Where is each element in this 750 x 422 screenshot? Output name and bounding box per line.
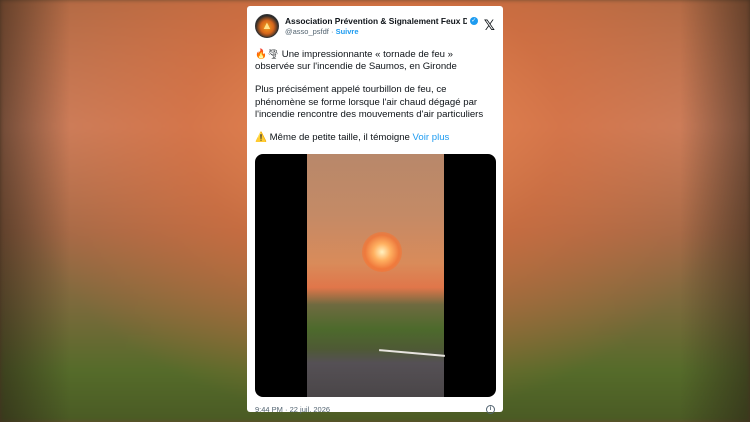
name-row: Association Prévention & Signalement Feu… <box>285 16 478 26</box>
avatar[interactable]: ▲ <box>255 14 279 38</box>
background-shade-left <box>0 0 70 422</box>
video-player[interactable] <box>255 154 496 398</box>
road-line <box>379 349 445 358</box>
display-name[interactable]: Association Prévention & Signalement Feu… <box>285 16 467 26</box>
x-logo-icon[interactable]: 𝕏 <box>484 18 495 34</box>
tweet-paragraph-3: ⚠️ Même de petite taille, il témoigne Vo… <box>255 132 495 144</box>
video-frame <box>307 154 445 398</box>
tweet-footer: 9:44 PM · 22 juil. 2026 i <box>255 405 495 415</box>
handle[interactable]: @asso_psfdf <box>285 27 329 36</box>
handle-row: @asso_psfdf · Suivre <box>285 27 478 36</box>
author-block: Association Prévention & Signalement Feu… <box>285 16 478 36</box>
fire-tornado-emoji: 🔥🌪 <box>255 49 280 60</box>
follow-button[interactable]: Suivre <box>336 27 359 36</box>
warning-emoji: ⚠️ <box>255 132 267 144</box>
timestamp[interactable]: 9:44 PM · 22 juil. 2026 <box>255 405 330 414</box>
verified-badge-icon: ✓ <box>469 17 478 25</box>
separator: · <box>330 27 334 36</box>
info-icon[interactable]: i <box>486 405 495 415</box>
tweet-text: 🔥🌪 Une impressionnante « tornade de feu … <box>255 49 495 144</box>
tweet-card[interactable]: ▲ Association Prévention & Signalement F… <box>247 6 503 415</box>
background-shade-right <box>680 0 750 422</box>
tweet-text-line3: Même de petite taille, il témoigne <box>266 132 413 144</box>
tweet-header: ▲ Association Prévention & Signalement F… <box>255 13 495 39</box>
tweet-paragraph-1: 🔥🌪 Une impressionnante « tornade de feu … <box>255 49 495 73</box>
tweet-paragraph-2: Plus précisément appelé tourbillon de fe… <box>255 84 484 120</box>
see-more-link[interactable]: Voir plus <box>413 132 450 143</box>
tweet-text-line1: Une impressionnante « tornade de feu » o… <box>255 49 457 73</box>
fire-whirl-glow <box>362 232 402 273</box>
